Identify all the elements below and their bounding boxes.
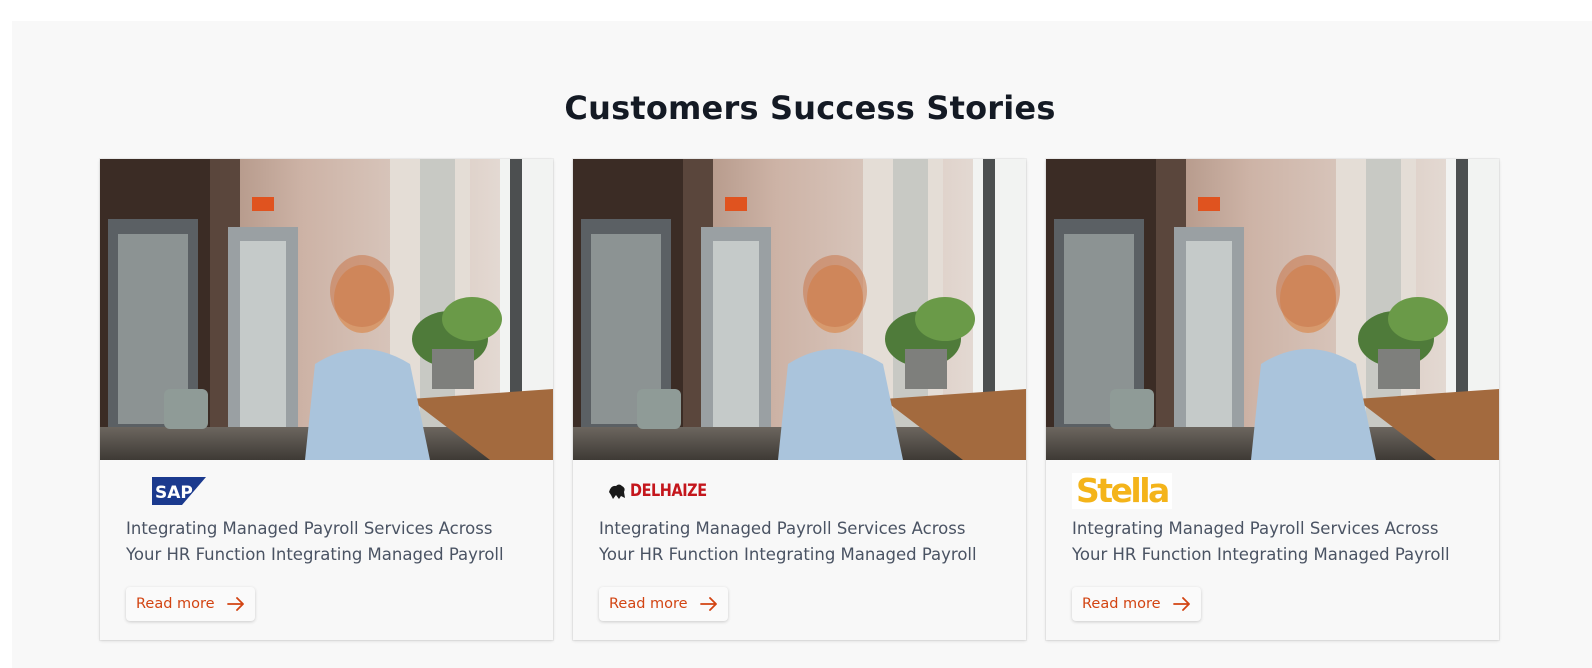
story-description: Integrating Managed Payroll Services Acr… <box>599 519 977 564</box>
read-more-button[interactable]: Read more <box>126 587 255 621</box>
arrow-right-icon <box>226 597 245 611</box>
delhaize-logo: DELHAIZE <box>607 473 720 509</box>
story-image <box>573 159 1026 460</box>
story-image <box>100 159 553 460</box>
arrow-right-icon <box>1172 597 1191 611</box>
arrow-right-icon <box>699 597 718 611</box>
svg-text:SAP: SAP <box>155 483 193 503</box>
read-more-label: Read more <box>136 596 215 612</box>
section-title: Customers Success Stories <box>564 89 1056 127</box>
delhaize-lion-icon <box>609 484 625 499</box>
read-more-label: Read more <box>609 596 688 612</box>
story-card: Stella Integrating Managed Payroll Servi… <box>1046 159 1499 640</box>
stella-logo-text: Stella <box>1076 471 1170 510</box>
stella-logo: Stella <box>1072 473 1172 509</box>
story-description: Integrating Managed Payroll Services Acr… <box>126 519 504 564</box>
read-more-button[interactable]: Read more <box>599 587 728 621</box>
sap-logo: SAP <box>152 473 206 509</box>
read-more-label: Read more <box>1082 596 1161 612</box>
story-card: SAP Integrating Managed Payroll Services… <box>100 159 553 640</box>
story-image <box>1046 159 1499 460</box>
sap-logo-icon: SAP <box>152 477 206 505</box>
delhaize-logo-text: DELHAIZE <box>630 481 707 501</box>
story-card: DELHAIZE Integrating Managed Payroll Ser… <box>573 159 1026 640</box>
story-description: Integrating Managed Payroll Services Acr… <box>1072 519 1450 564</box>
read-more-button[interactable]: Read more <box>1072 587 1201 621</box>
